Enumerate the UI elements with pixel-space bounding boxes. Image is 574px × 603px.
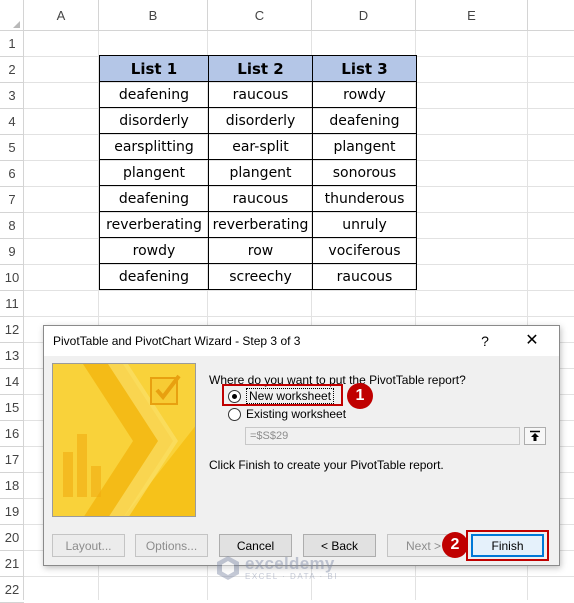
row-header[interactable]: 18 (0, 473, 24, 499)
table-cell[interactable]: raucous (312, 263, 417, 290)
row-header[interactable]: 22 (0, 577, 24, 603)
table-cell[interactable]: plangent (208, 159, 313, 186)
watermark-text: exceldemy EXCEL · DATA · BI (245, 553, 338, 581)
table-cell[interactable]: deafening (99, 263, 209, 290)
existing-worksheet-label[interactable]: Existing worksheet (246, 407, 346, 421)
table-cell[interactable]: thunderous (312, 185, 417, 212)
row-header[interactable]: 13 (0, 343, 24, 369)
row-header[interactable]: 17 (0, 447, 24, 473)
row-header[interactable]: 5 (0, 135, 24, 161)
table-cell[interactable]: row (208, 237, 313, 264)
table-cell[interactable]: deafening (312, 107, 417, 134)
word-list-table: List 1 List 2 List 3 deafening raucous r… (99, 55, 417, 290)
table-cell[interactable]: vociferous (312, 237, 417, 264)
header-cell[interactable]: List 3 (312, 55, 417, 82)
row-header[interactable]: 7 (0, 187, 24, 213)
dialog-title: PivotTable and PivotChart Wizard - Step … (53, 334, 301, 348)
table-header-row: List 1 List 2 List 3 (99, 55, 417, 82)
finish-highlight (466, 530, 549, 561)
existing-worksheet-option[interactable]: Existing worksheet (228, 405, 346, 423)
table-row: disorderly disorderly deafening (99, 107, 417, 134)
table-row: deafening screechy raucous (99, 263, 417, 290)
table-cell[interactable]: earsplitting (99, 133, 209, 160)
header-cell[interactable]: List 2 (208, 55, 313, 82)
header-cell[interactable]: List 1 (99, 55, 209, 82)
table-row: plangent plangent sonorous (99, 159, 417, 186)
column-header-e[interactable]: E (416, 0, 528, 31)
table-cell[interactable]: raucous (208, 185, 313, 212)
table-row: deafening raucous rowdy (99, 81, 417, 108)
row-header[interactable]: 1 (0, 31, 24, 57)
column-header-c[interactable]: C (208, 0, 312, 31)
close-button[interactable]: ✕ (514, 329, 550, 353)
wizard-art-graphic (53, 364, 195, 516)
help-button[interactable]: ? (474, 331, 496, 351)
table-cell[interactable]: raucous (208, 81, 313, 108)
step-badge-1: 1 (347, 383, 373, 409)
row-header[interactable]: 19 (0, 499, 24, 525)
table-cell[interactable]: screechy (208, 263, 313, 290)
table-cell[interactable]: rowdy (312, 81, 417, 108)
table-cell[interactable]: unruly (312, 211, 417, 238)
table-row: deafening raucous thunderous (99, 185, 417, 212)
row-header[interactable]: 11 (0, 291, 24, 317)
row-header[interactable]: 9 (0, 239, 24, 265)
column-header-a[interactable]: A (24, 0, 99, 31)
wizard-illustration (52, 363, 196, 517)
table-row: earsplitting ear-split plangent (99, 133, 417, 160)
row-header[interactable]: 20 (0, 525, 24, 551)
location-input[interactable]: =$S$29 (245, 427, 520, 445)
watermark-name: exceldemy (245, 553, 335, 573)
watermark-tagline: EXCEL · DATA · BI (245, 571, 338, 581)
column-headers: A B C D E (0, 0, 574, 31)
column-header-b[interactable]: B (99, 0, 208, 31)
finish-instruction: Click Finish to create your PivotTable r… (209, 458, 444, 472)
row-header[interactable]: 8 (0, 213, 24, 239)
row-header[interactable]: 12 (0, 317, 24, 343)
options-button[interactable]: Options... (135, 534, 208, 557)
column-header-d[interactable]: D (312, 0, 416, 31)
row-header[interactable]: 4 (0, 109, 24, 135)
table-cell[interactable]: sonorous (312, 159, 417, 186)
row-header[interactable]: 21 (0, 551, 24, 577)
select-all-corner[interactable] (0, 0, 24, 31)
row-header[interactable]: 3 (0, 83, 24, 109)
table-cell[interactable]: deafening (99, 81, 209, 108)
gridline (24, 316, 574, 317)
row-header[interactable]: 14 (0, 369, 24, 395)
existing-worksheet-radio[interactable] (228, 407, 241, 421)
table-cell[interactable]: rowdy (99, 237, 209, 264)
row-header[interactable]: 10 (0, 265, 24, 291)
table-cell[interactable]: plangent (312, 133, 417, 160)
table-cell[interactable]: disorderly (208, 107, 313, 134)
table-cell[interactable]: plangent (99, 159, 209, 186)
row-header[interactable]: 6 (0, 161, 24, 187)
table-cell[interactable]: ear-split (208, 133, 313, 160)
row-header[interactable]: 15 (0, 395, 24, 421)
table-cell[interactable]: disorderly (99, 107, 209, 134)
table-row: rowdy row vociferous (99, 237, 417, 264)
table-cell[interactable]: reverberating (208, 211, 313, 238)
collapse-dialog-icon (530, 430, 540, 441)
exceldemy-logo-icon (217, 556, 239, 580)
dialog-titlebar[interactable]: PivotTable and PivotChart Wizard - Step … (44, 326, 559, 356)
step-badge-2: 2 (442, 532, 468, 558)
range-selector-button[interactable] (524, 427, 546, 445)
layout-button[interactable]: Layout... (52, 534, 125, 557)
table-cell[interactable]: deafening (99, 185, 209, 212)
table-cell[interactable]: reverberating (99, 211, 209, 238)
row-headers: 1 2 3 4 5 6 7 8 9 10 11 12 13 14 15 16 1… (0, 31, 24, 603)
row-header[interactable]: 16 (0, 421, 24, 447)
exceldemy-watermark: exceldemy EXCEL · DATA · BI (215, 555, 338, 581)
row-header[interactable]: 2 (0, 57, 24, 83)
new-worksheet-highlight (222, 384, 343, 406)
table-row: reverberating reverberating unruly (99, 211, 417, 238)
column-header-f[interactable] (528, 0, 574, 31)
gridline (24, 290, 574, 291)
